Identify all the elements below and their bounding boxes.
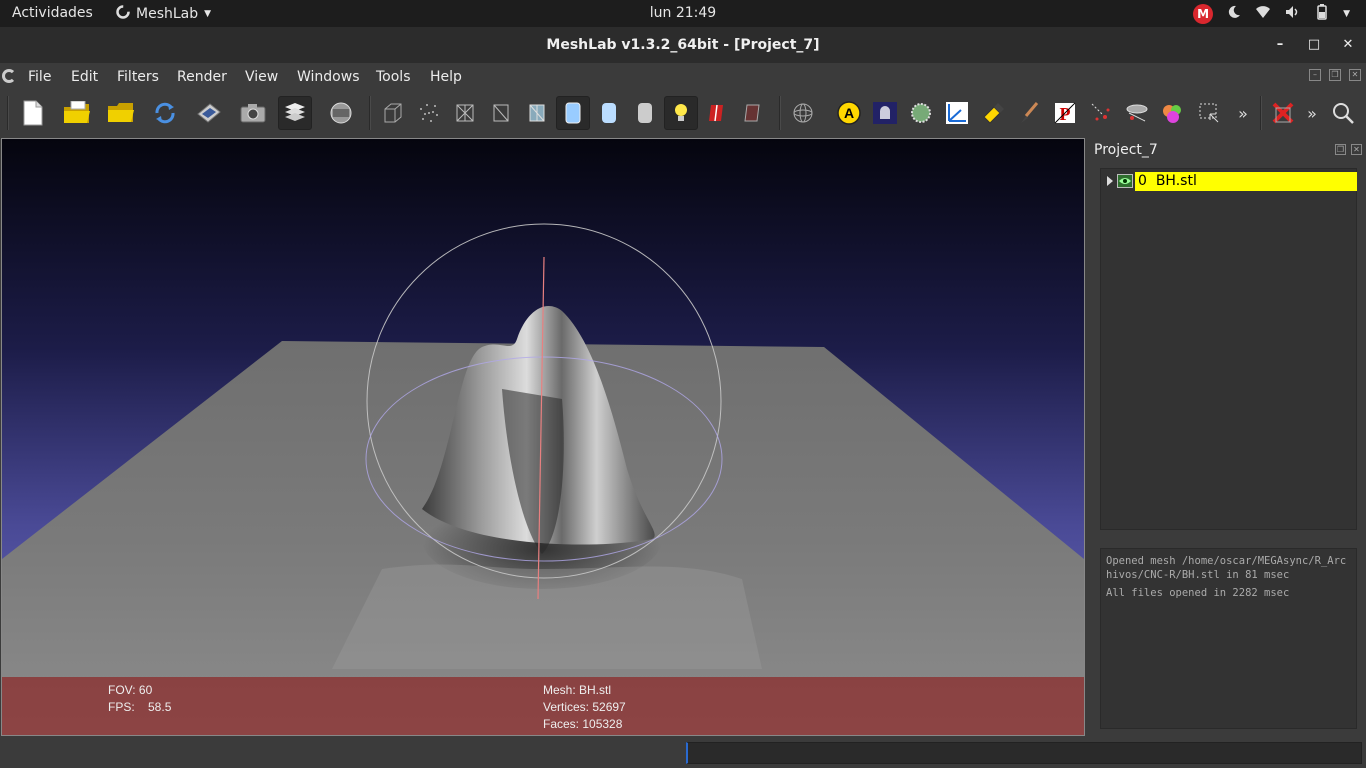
panel-float-icon[interactable]: ❐ — [1335, 144, 1346, 155]
window-title-bar: MeshLab v1.3.2_64bit - [Project_7] – □ ✕ — [0, 27, 1366, 63]
mesh-name-label: Mesh: BH.stl — [543, 683, 612, 697]
toolbar-separator — [779, 96, 781, 130]
trackball-icon[interactable] — [786, 96, 820, 130]
flat-lines-icon[interactable] — [520, 96, 554, 130]
reload-icon[interactable] — [148, 96, 182, 130]
menu-tools[interactable]: Tools — [376, 69, 411, 85]
menu-edit[interactable]: Edit — [71, 69, 98, 85]
paint-icon[interactable] — [976, 96, 1010, 130]
log-panel: Opened mesh /home/oscar/MEGAsync/R_Archi… — [1100, 548, 1357, 729]
axes-icon[interactable] — [940, 96, 974, 130]
layer-label[interactable]: 0 BH.stl — [1135, 172, 1357, 191]
svg-text:P: P — [1060, 104, 1071, 124]
annotation-icon[interactable]: A — [832, 96, 866, 130]
log-entry: All files opened in 2282 msec — [1106, 587, 1290, 599]
3d-viewport[interactable]: FOV: 60 FPS: 58.5 Mesh: BH.stl Vertices:… — [1, 138, 1085, 736]
visibility-eye-icon[interactable] — [1117, 174, 1133, 188]
delete-icon[interactable] — [1266, 96, 1300, 130]
layers-icon[interactable] — [278, 96, 312, 130]
faces-label: Faces: 105328 — [543, 717, 623, 731]
menu-view[interactable]: View — [245, 69, 278, 85]
progress-bar — [686, 742, 1362, 764]
menu-render[interactable]: Render — [177, 69, 227, 85]
layers-panel-title: Project_7 — [1094, 142, 1158, 158]
toolbar-overflow-button[interactable]: » — [1228, 96, 1258, 130]
close-button[interactable]: ✕ — [1338, 35, 1358, 55]
vertices-label: Vertices: 52697 — [543, 700, 626, 714]
sample-icon[interactable] — [904, 96, 938, 130]
mega-icon[interactable]: M — [1193, 4, 1214, 24]
window-title: MeshLab v1.3.2_64bit - [Project_7] — [546, 37, 820, 53]
wifi-icon[interactable] — [1255, 5, 1271, 23]
menu-file[interactable]: File — [28, 69, 51, 85]
backface-icon[interactable] — [700, 96, 734, 130]
minimize-button[interactable]: – — [1270, 35, 1290, 55]
layer-row[interactable]: 0 BH.stl — [1105, 172, 1357, 191]
measure-icon[interactable]: P — [1048, 96, 1082, 130]
wireframe-icon[interactable] — [448, 96, 482, 130]
double-side-icon[interactable] — [736, 96, 770, 130]
menu-windows[interactable]: Windows — [297, 69, 360, 85]
viewport-info-bar: FOV: 60 FPS: 58.5 Mesh: BH.stl Vertices:… — [2, 677, 1084, 735]
meshlab-logo-icon — [2, 69, 16, 83]
volume-icon[interactable] — [1285, 5, 1301, 23]
mdi-minimize-icon[interactable]: – — [1309, 69, 1321, 81]
bounding-box-icon[interactable] — [376, 96, 410, 130]
select-vertices-icon[interactable] — [1084, 96, 1118, 130]
select-faces-icon[interactable] — [1192, 96, 1226, 130]
brush-icon[interactable] — [1012, 96, 1046, 130]
menu-bar: File Edit Filters Render View Windows To… — [0, 63, 1366, 90]
status-bar — [0, 740, 1366, 768]
fps-label: FPS: 58.5 — [108, 700, 172, 714]
layers-list: 0 BH.stl — [1100, 168, 1357, 530]
chevron-down-icon[interactable]: ▼ — [1343, 9, 1350, 19]
points-icon[interactable] — [412, 96, 446, 130]
system-top-bar: Actividades MeshLab ▼ lun 21:49 M ▼ — [0, 0, 1366, 27]
toolbar-overflow-button-2[interactable]: » — [1298, 96, 1326, 130]
panel-close-icon[interactable]: ✕ — [1351, 144, 1362, 155]
open-folder-icon[interactable] — [60, 96, 94, 130]
log-entry: Opened mesh /home/oscar/MEGAsync/R_Archi… — [1106, 555, 1347, 581]
layer-index: 0 — [1138, 173, 1147, 189]
menu-filters[interactable]: Filters — [117, 69, 159, 85]
lighting-icon[interactable] — [664, 96, 698, 130]
open-project-icon[interactable] — [104, 96, 138, 130]
main-toolbar: A P » » — [0, 90, 1366, 136]
battery-icon[interactable] — [1315, 4, 1329, 24]
night-light-icon[interactable] — [1227, 5, 1241, 23]
color-icon[interactable] — [1156, 96, 1190, 130]
toolbar-separator — [7, 96, 9, 130]
menu-help[interactable]: Help — [430, 69, 462, 85]
expand-arrow-icon[interactable] — [1107, 176, 1113, 186]
mesh-render — [2, 223, 1084, 735]
clock[interactable]: lun 21:49 — [0, 5, 1366, 21]
flat-shading-icon[interactable] — [556, 96, 590, 130]
svg-text:A: A — [844, 105, 854, 121]
new-document-icon[interactable] — [16, 96, 50, 130]
toolbar-separator — [1260, 96, 1262, 130]
toolbar-separator — [369, 96, 371, 130]
mdi-restore-icon[interactable]: ❐ — [1329, 69, 1341, 81]
texture-icon[interactable] — [628, 96, 662, 130]
mdi-close-icon[interactable]: ✕ — [1349, 69, 1361, 81]
layers-panel-icon[interactable] — [324, 96, 358, 130]
layer-name: BH.stl — [1155, 173, 1197, 189]
system-tray[interactable]: M ▼ — [1193, 4, 1350, 24]
search-icon[interactable] — [1326, 96, 1360, 130]
fov-label: FOV: 60 — [108, 683, 153, 697]
snapshot-icon[interactable] — [236, 96, 270, 130]
maximize-button[interactable]: □ — [1304, 35, 1324, 55]
smooth-shading-icon[interactable] — [592, 96, 626, 130]
save-icon[interactable] — [192, 96, 226, 130]
hidden-lines-icon[interactable] — [484, 96, 518, 130]
shader-icon[interactable] — [868, 96, 902, 130]
align-icon[interactable] — [1120, 96, 1154, 130]
